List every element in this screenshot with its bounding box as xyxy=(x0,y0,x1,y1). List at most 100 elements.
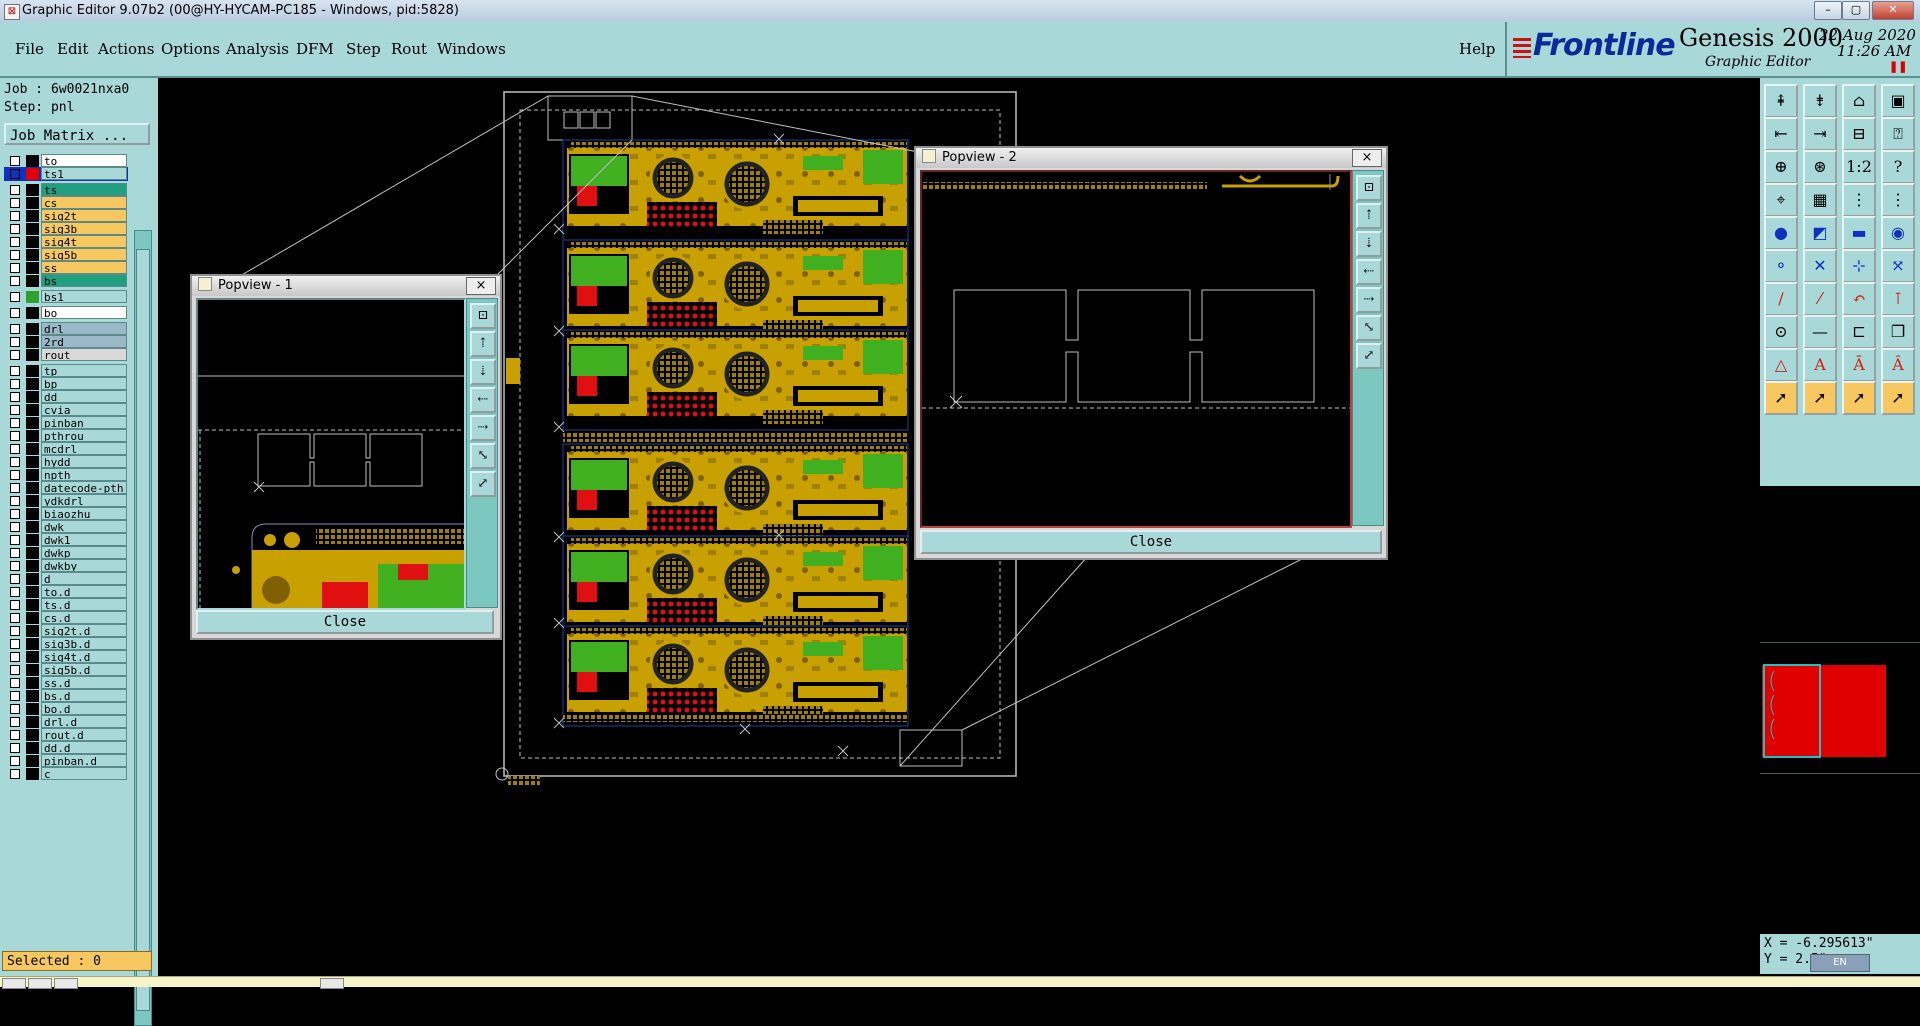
text-box-icon[interactable]: Ā xyxy=(1842,348,1876,382)
layer-color-swatch[interactable] xyxy=(26,184,39,196)
layer-row[interactable]: d xyxy=(4,572,128,586)
layer-row[interactable]: ts xyxy=(4,183,128,197)
layer-checkbox[interactable] xyxy=(10,292,20,302)
popview-zoom-in-icon[interactable]: ⤢ xyxy=(470,471,496,497)
taskbar-button[interactable] xyxy=(28,978,52,989)
popview-left-icon[interactable]: ⇠ xyxy=(1356,259,1382,285)
layer-color-swatch[interactable] xyxy=(26,443,39,455)
help-icon[interactable]: ? xyxy=(1881,150,1915,184)
home-icon[interactable]: ⌂ xyxy=(1842,84,1876,118)
layer-checkbox[interactable] xyxy=(10,691,20,701)
menu-help[interactable]: Help xyxy=(1459,40,1495,58)
layer-row[interactable]: dd xyxy=(4,390,128,404)
layer-checkbox[interactable] xyxy=(10,743,20,753)
layer-row[interactable]: pinban.d xyxy=(4,754,128,768)
layer-checkbox[interactable] xyxy=(10,350,20,360)
layer-color-swatch[interactable] xyxy=(26,638,39,650)
layer-row[interactable]: sig3b xyxy=(4,222,128,236)
menu-dfm[interactable]: DFM xyxy=(296,40,334,58)
layer-row[interactable]: cs.d xyxy=(4,611,128,625)
fit-top-icon[interactable]: ⇞ xyxy=(1764,84,1798,118)
layer-checkbox[interactable] xyxy=(10,457,20,467)
layer-name[interactable]: rout.d xyxy=(41,728,127,741)
popview-down-icon[interactable]: ⇣ xyxy=(1356,231,1382,257)
snap-icon[interactable]: ⌖ xyxy=(1764,183,1798,217)
layer-checkbox[interactable] xyxy=(10,308,20,318)
popview-zoom-out-icon[interactable]: ⤡ xyxy=(470,443,496,469)
select-group-icon[interactable]: ➚ xyxy=(1881,381,1915,415)
popview-1-view[interactable] xyxy=(196,298,466,610)
popview-fit-icon[interactable]: ⊡ xyxy=(1356,175,1382,201)
layer-name[interactable]: cs xyxy=(41,196,127,209)
layer-settings-icon[interactable]: ⋮ xyxy=(1881,183,1915,217)
layer-checkbox[interactable] xyxy=(10,276,20,286)
layer-checkbox[interactable] xyxy=(10,509,20,519)
select-icon[interactable]: ➚ xyxy=(1764,381,1798,415)
popview-2-view[interactable] xyxy=(920,170,1352,528)
layer-name[interactable]: c xyxy=(41,767,127,780)
layer-name[interactable]: 2rd xyxy=(41,335,127,348)
language-indicator[interactable]: EN xyxy=(1810,954,1870,972)
layer-name[interactable]: d xyxy=(41,572,127,585)
layer-checkbox[interactable] xyxy=(10,600,20,610)
layer-row[interactable]: ss.d xyxy=(4,676,128,690)
layer-name[interactable]: bs xyxy=(41,274,127,287)
layer-row[interactable]: dd.d xyxy=(4,741,128,755)
arc-line-icon[interactable]: ⁄ xyxy=(1803,282,1837,316)
layer-checkbox[interactable] xyxy=(10,444,20,454)
layer-checkbox[interactable] xyxy=(10,250,20,260)
layer-checkbox[interactable] xyxy=(10,639,20,649)
round-icon[interactable]: ◉ xyxy=(1881,216,1915,250)
layer-color-swatch[interactable] xyxy=(26,236,39,248)
popview-2-titlebar[interactable]: Popview - 2 xyxy=(916,148,1386,168)
layer-name[interactable]: dd.d xyxy=(41,741,127,754)
layer-checkbox[interactable] xyxy=(10,211,20,221)
layer-checkbox[interactable] xyxy=(10,535,20,545)
popview-up-icon[interactable]: ⇡ xyxy=(1356,203,1382,229)
layer-name[interactable]: drl.d xyxy=(41,715,127,728)
scale-icon[interactable]: 1:2 xyxy=(1842,150,1876,184)
layer-name[interactable]: pinban xyxy=(41,416,127,429)
layer-color-swatch[interactable] xyxy=(26,197,39,209)
layer-row[interactable]: cvia xyxy=(4,403,128,417)
triangle-icon[interactable]: △ xyxy=(1764,348,1798,382)
layer-name[interactable]: drl xyxy=(41,322,127,335)
layer-name[interactable]: sig4t xyxy=(41,235,127,248)
layer-checkbox[interactable] xyxy=(10,418,20,428)
menu-analysis[interactable]: Analysis xyxy=(226,40,289,58)
menu-file[interactable]: File xyxy=(15,40,44,58)
layer-row[interactable]: dwkp xyxy=(4,546,128,560)
layer-row[interactable]: bs1 xyxy=(4,290,128,304)
layer-color-swatch[interactable] xyxy=(26,349,39,361)
menu-step[interactable]: Step xyxy=(346,40,381,58)
layer-name[interactable]: bo.d xyxy=(41,702,127,715)
layer-color-swatch[interactable] xyxy=(26,729,39,741)
layer-name[interactable]: ts xyxy=(41,183,127,196)
layer-row[interactable]: sig5b xyxy=(4,248,128,262)
layer-color-swatch[interactable] xyxy=(26,612,39,624)
layer-checkbox[interactable] xyxy=(10,665,20,675)
layer-name[interactable]: to.d xyxy=(41,585,127,598)
layer-name[interactable]: rout xyxy=(41,348,127,361)
layer-name[interactable]: dwkby xyxy=(41,559,127,572)
layer-row[interactable]: to.d xyxy=(4,585,128,599)
layer-checkbox[interactable] xyxy=(10,626,20,636)
layer-color-swatch[interactable] xyxy=(26,586,39,598)
pan-right-icon[interactable]: ⇥ xyxy=(1803,117,1837,151)
layer-checkbox[interactable] xyxy=(10,730,20,740)
layer-row[interactable]: cs xyxy=(4,196,128,210)
layer-name[interactable]: npth xyxy=(41,468,127,481)
layer-checkbox[interactable] xyxy=(10,392,20,402)
layer-row[interactable]: biaozhu xyxy=(4,507,128,521)
layer-row[interactable]: ts1 xyxy=(4,167,128,181)
menu-actions[interactable]: Actions xyxy=(98,40,154,58)
layer-checkbox[interactable] xyxy=(10,405,20,415)
layer-name[interactable]: sig3b xyxy=(41,222,127,235)
layer-row[interactable]: bs.d xyxy=(4,689,128,703)
layer-name[interactable]: to xyxy=(41,154,127,167)
layer-color-swatch[interactable] xyxy=(26,469,39,481)
layer-checkbox[interactable] xyxy=(10,496,20,506)
layer-checkbox[interactable] xyxy=(10,237,20,247)
layer-checkbox[interactable] xyxy=(10,470,20,480)
layer-color-swatch[interactable] xyxy=(26,210,39,222)
